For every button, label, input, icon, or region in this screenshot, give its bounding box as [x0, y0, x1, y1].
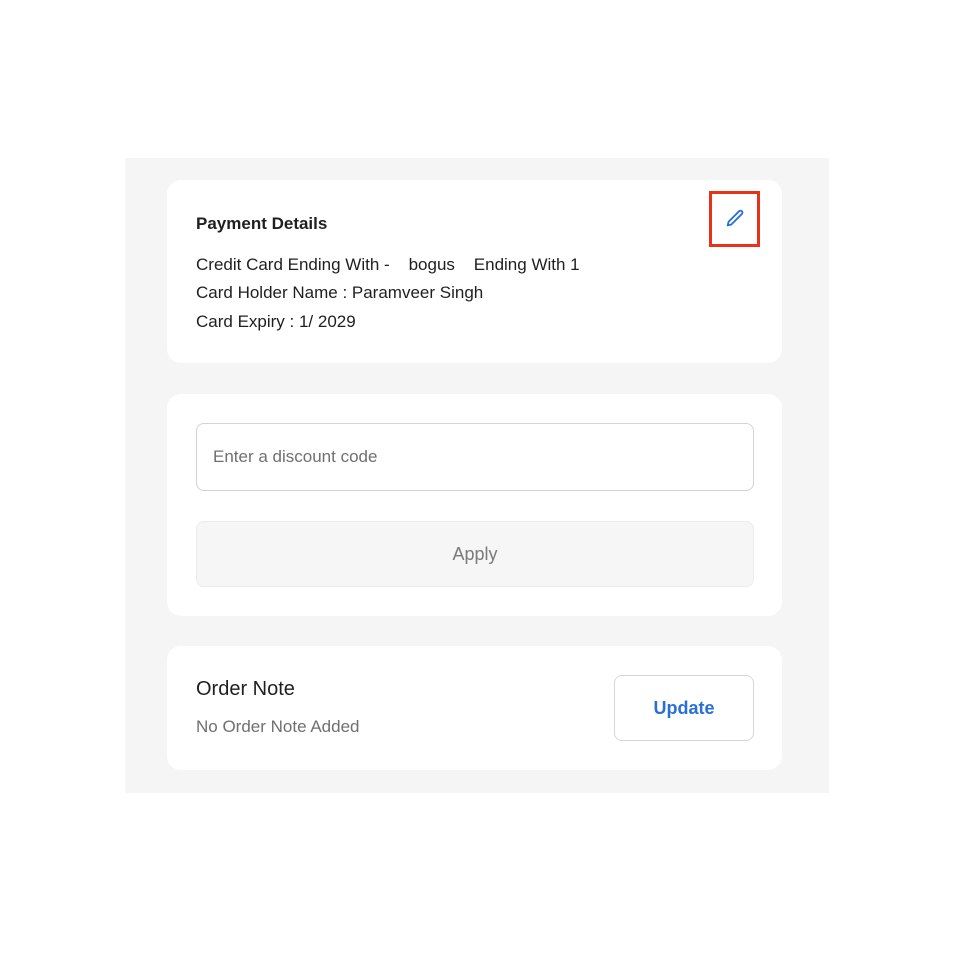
apply-button[interactable]: Apply: [196, 521, 754, 587]
edit-payment-highlight: [709, 191, 760, 247]
payment-details-title: Payment Details: [196, 214, 328, 233]
payment-details-card: Payment Details Credit Card Ending With …: [167, 180, 782, 363]
discount-card: Apply: [167, 394, 782, 616]
order-note-status: No Order Note Added: [196, 717, 360, 736]
checkout-panel: Payment Details Credit Card Ending With …: [125, 158, 829, 793]
card-expiry-text: Card Expiry : 1/ 2029: [196, 312, 356, 331]
order-note-card: Order Note No Order Note Added Update: [167, 646, 782, 770]
discount-code-input[interactable]: [196, 423, 754, 491]
card-ending-text: Credit Card Ending With - bogus Ending W…: [196, 255, 580, 274]
card-holder-text: Card Holder Name : Paramveer Singh: [196, 283, 484, 302]
pencil-icon[interactable]: [724, 208, 746, 230]
order-note-title: Order Note: [196, 678, 295, 700]
update-note-button[interactable]: Update: [614, 675, 754, 741]
